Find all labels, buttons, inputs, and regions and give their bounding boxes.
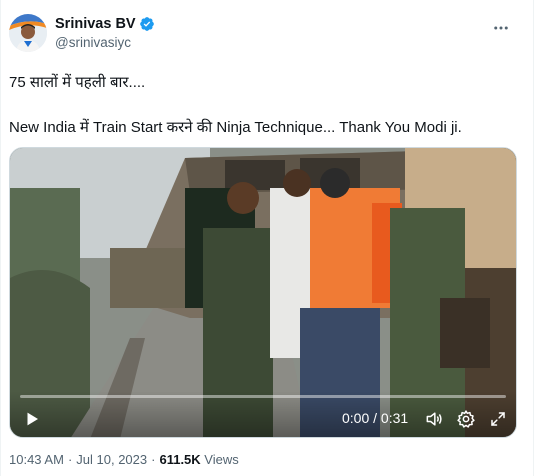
tweet-text-line-1: 75 सालों में पहली बार.... (9, 74, 146, 91)
views-count: 611.5K (159, 452, 201, 467)
video-time-display: 0:00 / 0:31 (342, 410, 408, 426)
meta-separator: · (67, 452, 73, 467)
verified-badge-icon[interactable] (139, 16, 155, 32)
tweet-text-line-2: New India में Train Start करने की Ninja … (9, 119, 462, 136)
author-name-row: Srinivas BV (55, 14, 155, 34)
avatar-image (9, 14, 47, 52)
volume-icon[interactable] (422, 407, 446, 431)
meta-separator: · (151, 452, 156, 467)
tweet-date[interactable]: Jul 10, 2023 (76, 452, 147, 467)
author-handle[interactable]: @srinivasiyc (55, 35, 155, 50)
author-avatar[interactable] (9, 14, 47, 52)
fullscreen-icon[interactable] (486, 407, 510, 431)
tweet-card: Srinivas BV @srinivasiyc 75 सालों में पह… (0, 0, 534, 476)
more-options-icon[interactable] (491, 18, 511, 38)
play-icon[interactable] (20, 407, 44, 431)
views-label: Views (204, 452, 239, 467)
settings-gear-icon[interactable] (454, 407, 478, 431)
tweet-time[interactable]: 10:43 AM (9, 452, 64, 467)
tweet-meta: 10:43 AM · Jul 10, 2023 · 611.5K Views (9, 452, 239, 467)
video-current-time: 0:00 (342, 410, 370, 426)
video-player[interactable]: 0:00 / 0:31 (9, 147, 517, 438)
author-block: Srinivas BV @srinivasiyc (55, 14, 155, 50)
author-display-name[interactable]: Srinivas BV (55, 16, 136, 32)
video-time-separator: / (373, 410, 378, 426)
video-progress-bar[interactable] (20, 395, 506, 398)
video-controls: 0:00 / 0:31 (10, 391, 516, 437)
video-duration: 0:31 (380, 410, 409, 426)
